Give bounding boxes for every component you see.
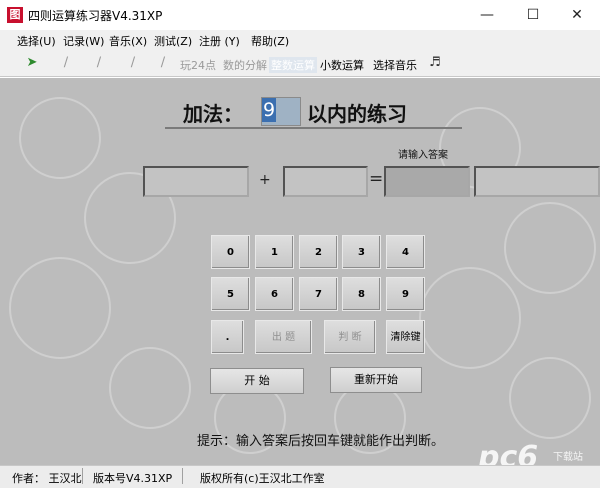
status-separator [182, 468, 183, 484]
key-4[interactable]: 4 [386, 235, 425, 269]
status-separator [82, 468, 83, 484]
hint-text: 提示：输入答案后按回车键就能作出判断。 [197, 434, 445, 449]
range-value[interactable]: 9 [262, 98, 276, 122]
mul-op-icon[interactable]: ∕ [122, 53, 144, 73]
key-dot[interactable]: . [211, 320, 244, 354]
toolbar-music[interactable]: 选择音乐 [373, 57, 417, 73]
status-version: 版本号V4.31XP [93, 472, 173, 485]
menu-register[interactable]: 注册 (Y) [199, 33, 240, 49]
heading-prefix: 加法： [183, 102, 243, 126]
heading-suffix: 以内的练习 [307, 102, 407, 126]
add-op-icon[interactable]: ∕ [55, 53, 77, 73]
status-author: 作者： 王汉北 [12, 472, 82, 485]
menu-select[interactable]: 选择(U) [17, 33, 56, 49]
menu-record[interactable]: 记录(W) [63, 33, 104, 49]
toolbar-decimal[interactable]: 小数运算 [320, 57, 364, 73]
key-5[interactable]: 5 [211, 277, 250, 311]
answer-label: 请输入答案 [398, 150, 448, 161]
status-copyright: 版权所有(c)王汉北工作室 [200, 472, 325, 485]
maximize-button[interactable]: ☐ [510, 0, 556, 30]
watermark-subtitle: 下载站 [553, 452, 583, 463]
window-title: 四则运算练习器V4.31XP [28, 9, 163, 23]
key-9[interactable]: 9 [386, 277, 425, 311]
key-6[interactable]: 6 [255, 277, 294, 311]
key-3[interactable]: 3 [342, 235, 381, 269]
menu-music[interactable]: 音乐(X) [109, 33, 147, 49]
key-2[interactable]: 2 [299, 235, 338, 269]
toolbar-decompose[interactable]: 数的分解 [223, 57, 267, 73]
heading-underline [165, 127, 462, 129]
toolbar-24point[interactable]: 玩24点 [180, 57, 216, 73]
plus-sign: + [259, 172, 271, 188]
key-0[interactable]: 0 [211, 235, 250, 269]
div-op-icon[interactable]: ∕ [152, 53, 174, 73]
menu-test[interactable]: 测试(Z) [154, 33, 192, 49]
toolbar-integer[interactable]: 整数运算 [269, 57, 317, 73]
sub-op-icon[interactable]: ∕ [88, 53, 110, 73]
play-arrow-icon[interactable]: ➤ [21, 53, 43, 73]
minimize-button[interactable]: — [464, 0, 510, 30]
key-1[interactable]: 1 [255, 235, 294, 269]
background-pattern [9, 97, 596, 454]
ask-question-button[interactable]: 出 题 [255, 320, 312, 354]
close-button[interactable]: ✕ [554, 0, 600, 30]
key-7[interactable]: 7 [299, 277, 338, 311]
app-icon: 图 [7, 7, 23, 23]
clear-button[interactable]: 清除键 [386, 320, 425, 354]
operand-a-field [143, 166, 249, 197]
answer-field[interactable] [384, 166, 470, 197]
restart-button[interactable]: 重新开始 [330, 367, 422, 393]
start-button[interactable]: 开 始 [210, 368, 304, 394]
operand-b-field [283, 166, 368, 197]
key-8[interactable]: 8 [342, 277, 381, 311]
main-area [0, 78, 600, 465]
speaker-icon[interactable]: ♬ [424, 53, 446, 73]
menu-help[interactable]: 帮助(Z) [251, 33, 289, 49]
result-field [474, 166, 600, 197]
judge-button[interactable]: 判 断 [324, 320, 376, 354]
equals-sign: = [369, 169, 384, 189]
